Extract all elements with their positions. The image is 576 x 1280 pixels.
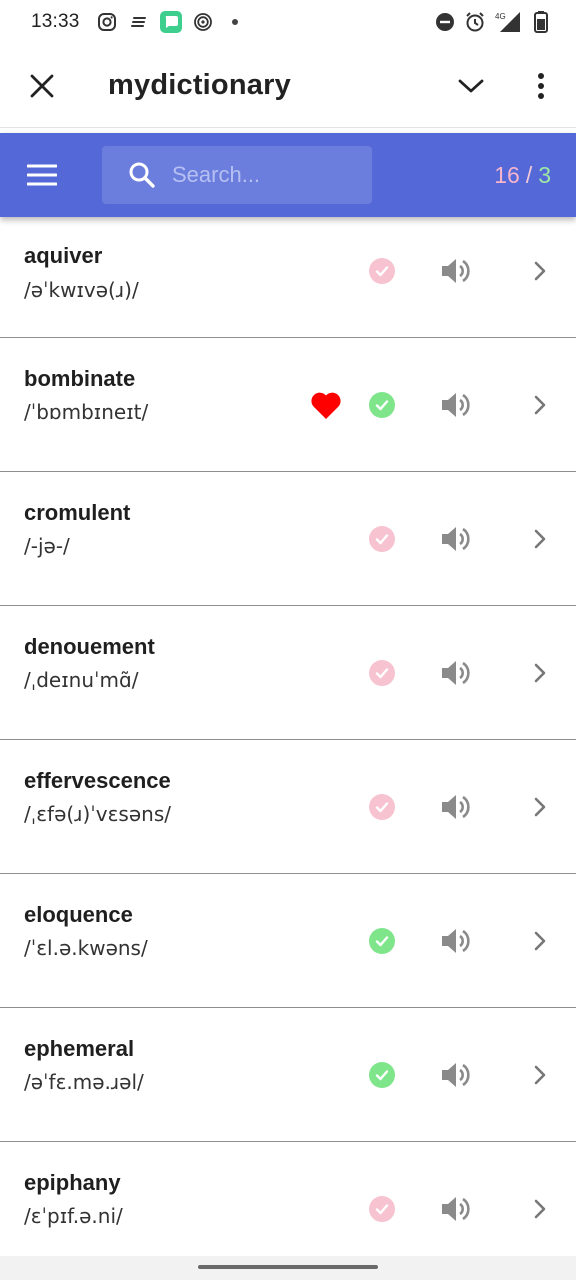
svg-text:4G: 4G <box>495 12 506 21</box>
status-icons-right: 4G <box>434 11 552 33</box>
total-count: 16 <box>494 161 520 188</box>
chevron-right-icon[interactable] <box>530 259 550 283</box>
word-row[interactable]: eloquence/ˈɛl.ə.kwəns/ <box>0 874 576 1008</box>
search-icon <box>129 162 155 188</box>
speaker-icon[interactable] <box>440 1060 472 1090</box>
learned-check-icon[interactable] <box>369 794 395 820</box>
status-icons-left <box>96 11 246 33</box>
word-title: cromulent <box>24 500 131 525</box>
chevron-right-icon[interactable] <box>530 1197 550 1221</box>
learned-check-icon[interactable] <box>369 928 395 954</box>
word-title: epiphany <box>24 1170 121 1195</box>
word-phonetic: /ˈɛl.ə.kwəns/ <box>24 936 148 960</box>
learned-check-icon[interactable] <box>369 1196 395 1222</box>
word-phonetic: /-jə-/ <box>24 534 70 558</box>
word-title: eloquence <box>24 902 133 927</box>
word-phonetic: /əˈfɛ.mə.ɹəl/ <box>24 1070 144 1094</box>
heart-icon[interactable] <box>310 390 342 420</box>
gesture-handle[interactable] <box>198 1265 378 1269</box>
word-row[interactable]: aquiver/əˈkwɪvə(ɹ)/ <box>0 217 576 338</box>
speaker-icon[interactable] <box>440 390 472 420</box>
search-box[interactable] <box>102 146 372 204</box>
status-time: 13:33 <box>31 11 80 32</box>
learned-check-icon[interactable] <box>369 1062 395 1088</box>
messaging-app-icon <box>159 11 182 33</box>
word-phonetic: /ˌɛfə(ɹ)ˈvɛsəns/ <box>24 802 171 826</box>
app-bar: mydictionary <box>0 44 576 128</box>
dictionary-toolbar: 16 / 3 <box>0 133 576 217</box>
chevron-right-icon[interactable] <box>530 661 550 685</box>
word-phonetic: /ɛˈpɪf.ə.ni/ <box>24 1204 123 1228</box>
collapse-button[interactable] <box>436 44 506 128</box>
navigation-gesture-bar <box>0 1256 576 1280</box>
word-phonetic: /ˈbɒmbɪneɪt/ <box>24 400 149 424</box>
learned-check-icon[interactable] <box>369 526 395 552</box>
word-counts: 16 / 3 <box>494 133 551 217</box>
chevron-right-icon[interactable] <box>530 795 550 819</box>
menu-button[interactable] <box>0 133 84 217</box>
notes-icon <box>128 11 150 33</box>
signal-4g-icon: 4G <box>494 11 522 33</box>
learned-check-icon[interactable] <box>369 258 395 284</box>
word-row[interactable]: bombinate/ˈbɒmbɪneɪt/ <box>0 338 576 472</box>
learned-check-icon[interactable] <box>369 392 395 418</box>
close-icon <box>30 74 54 97</box>
word-title: aquiver <box>24 243 103 268</box>
speaker-icon[interactable] <box>440 658 472 688</box>
word-title: denouement <box>24 634 155 659</box>
word-title: ephemeral <box>24 1036 135 1061</box>
count-separator: / <box>525 161 533 188</box>
speaker-icon[interactable] <box>440 524 472 554</box>
spiral-app-icon <box>192 11 214 33</box>
word-row[interactable]: effervescence/ˌɛfə(ɹ)ˈvɛsəns/ <box>0 740 576 874</box>
hamburger-menu-icon <box>27 164 57 186</box>
word-row[interactable]: ephemeral/əˈfɛ.mə.ɹəl/ <box>0 1008 576 1142</box>
do-not-disturb-icon <box>434 11 456 33</box>
word-row[interactable]: denouement/ˌdeɪnuˈmɑ̃/ <box>0 606 576 740</box>
chevron-right-icon[interactable] <box>530 527 550 551</box>
word-list: aquiver/əˈkwɪvə(ɹ)/bombinate/ˈbɒmbɪneɪt/… <box>0 217 576 1276</box>
chevron-down-icon <box>458 79 484 92</box>
chevron-right-icon[interactable] <box>530 1063 550 1087</box>
close-button[interactable] <box>0 44 84 128</box>
chevron-right-icon[interactable] <box>530 393 550 417</box>
learned-check-icon[interactable] <box>369 660 395 686</box>
chevron-right-icon[interactable] <box>530 929 550 953</box>
more-vert-icon <box>538 72 544 99</box>
word-title: bombinate <box>24 366 136 391</box>
word-row[interactable]: cromulent /-jə-/ <box>0 472 576 606</box>
status-bar: 13:33 4G <box>0 0 576 44</box>
speaker-icon[interactable] <box>440 1194 472 1224</box>
search-input[interactable] <box>172 162 352 188</box>
alarm-icon <box>464 11 486 33</box>
speaker-icon[interactable] <box>440 926 472 956</box>
word-phonetic: /ˌdeɪnuˈmɑ̃/ <box>24 668 139 692</box>
word-title: effervescence <box>24 768 171 793</box>
battery-icon <box>530 11 552 33</box>
more-options-button[interactable] <box>506 44 576 128</box>
dot-icon <box>224 11 246 33</box>
app-title: mydictionary <box>108 69 291 101</box>
speaker-icon[interactable] <box>440 256 472 286</box>
learned-count: 3 <box>538 161 551 188</box>
instagram-icon <box>96 11 118 33</box>
speaker-icon[interactable] <box>440 792 472 822</box>
word-phonetic: /əˈkwɪvə(ɹ)/ <box>24 278 139 302</box>
